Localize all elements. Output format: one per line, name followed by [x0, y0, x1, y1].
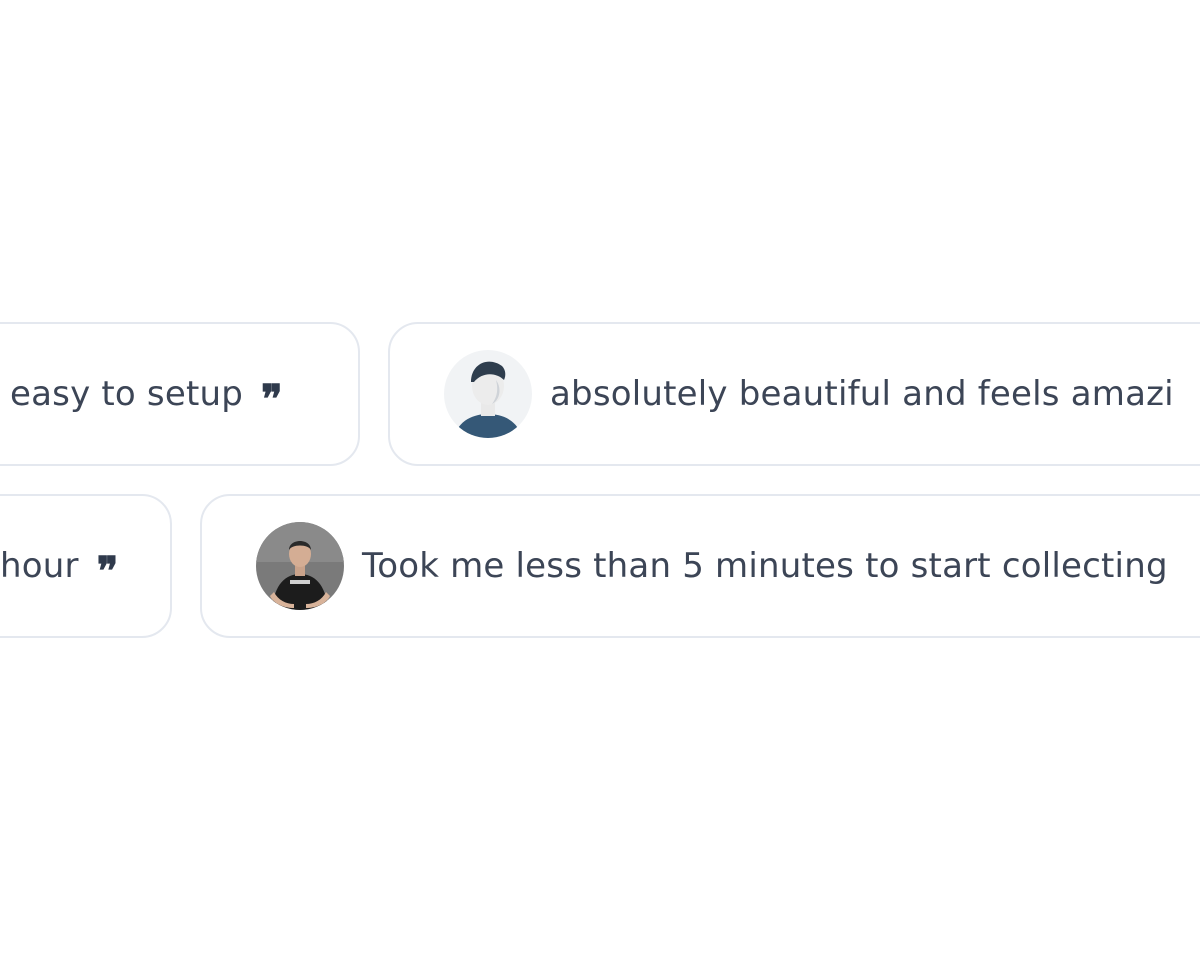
testimonial-text: easy to setup: [10, 374, 244, 414]
avatar: [444, 350, 532, 438]
closing-quote-icon: ❞: [261, 376, 282, 423]
closing-quote-icon: ❞: [96, 548, 118, 595]
testimonial-text: Took me less than 5 minutes to start col…: [362, 546, 1168, 586]
testimonial-text: absolutely beautiful and feels amazi: [550, 374, 1174, 414]
testimonial-card: absolutely beautiful and feels amazi: [388, 322, 1200, 466]
testimonial-card: easy to setup ❞: [0, 322, 360, 466]
avatar: [256, 522, 344, 610]
testimonial-marquee: easy to setup ❞ absolutely beautiful and…: [0, 0, 1200, 960]
testimonial-card: Took me less than 5 minutes to start col…: [200, 494, 1200, 638]
testimonial-text: hour: [0, 546, 79, 586]
testimonial-card: hour ❞: [0, 494, 172, 638]
